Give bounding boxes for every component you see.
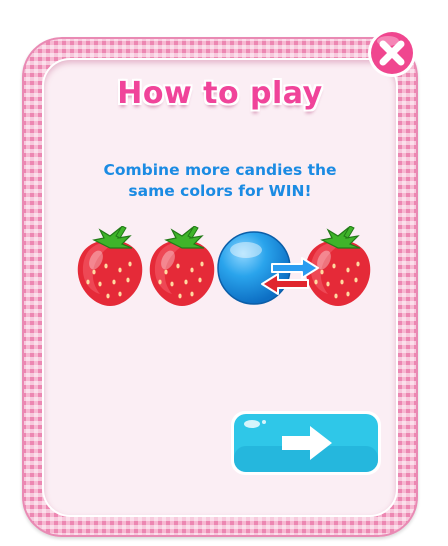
dialog-title: How to play xyxy=(117,76,323,111)
strawberry-icon xyxy=(77,226,143,306)
next-button[interactable] xyxy=(230,410,382,476)
instruction-line-2: same colors for WIN! xyxy=(128,182,312,200)
instruction-line-1: Combine more candies the xyxy=(103,161,337,179)
close-button[interactable] xyxy=(366,27,418,79)
candy-example-row xyxy=(0,226,448,316)
strawberry-icon xyxy=(149,226,215,306)
instruction-text: Combine more candies the same colors for… xyxy=(80,160,360,202)
swap-arrows-icon xyxy=(261,257,319,295)
how-to-play-dialog: How to play Combine more candies the sam… xyxy=(0,0,448,546)
